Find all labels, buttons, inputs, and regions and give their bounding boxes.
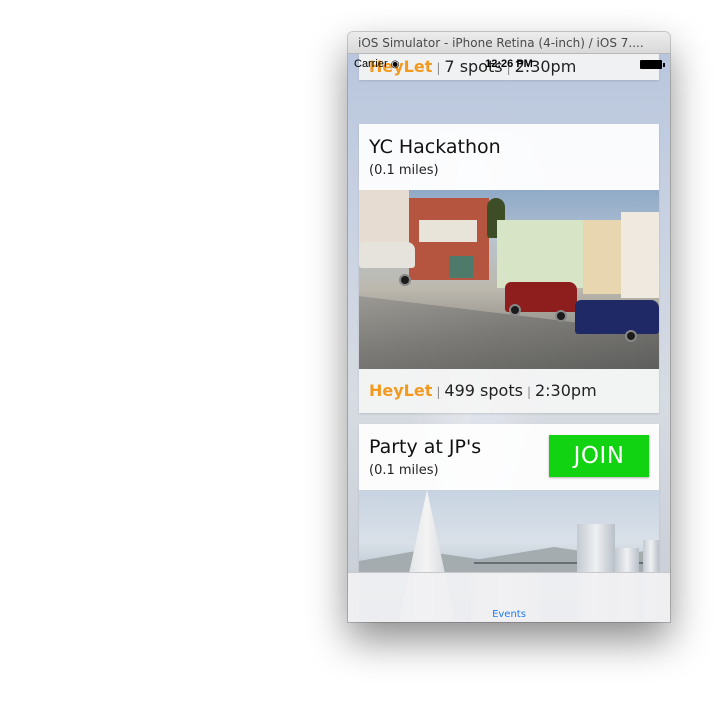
event-title: YC Hackathon [369, 136, 501, 158]
house [621, 212, 659, 298]
event-title: Party at JP's [369, 436, 482, 458]
spots-label: 499 spots [444, 381, 523, 400]
window-title: iOS Simulator - iPhone Retina (4-inch) /… [348, 32, 670, 54]
event-header: YC Hackathon (0.1 miles) [359, 124, 659, 190]
wheel [399, 274, 411, 286]
simulator-window: iOS Simulator - iPhone Retina (4-inch) /… [348, 32, 670, 622]
car [575, 300, 659, 334]
time-label: 2:30pm [534, 381, 597, 400]
house [583, 220, 623, 294]
event-distance: (0.1 miles) [369, 463, 439, 478]
wheel [625, 330, 637, 342]
wheel [555, 310, 567, 322]
brand-label: HeyLet [369, 381, 433, 400]
house-window [419, 220, 477, 242]
phone-screen[interactable]: Carrier ◉ 12:26 PM HeyLet | 7 spots | 2:30pm… [348, 54, 670, 622]
wheel [509, 304, 521, 316]
garage-door [449, 256, 473, 278]
separator: | [436, 385, 441, 399]
event-card[interactable]: YC Hackathon (0.1 miles) HeyLet | 499 sp… [359, 124, 659, 413]
status-bar: Carrier ◉ 12:26 PM [348, 54, 670, 74]
join-button[interactable]: JOIN [549, 435, 649, 477]
status-time: 12:26 PM [485, 58, 533, 70]
event-photo [359, 190, 659, 369]
tab-bar: Events [348, 572, 670, 622]
event-footer: HeyLet | 499 spots | 2:30pm [359, 369, 659, 413]
event-header: Party at JP's (0.1 miles) JOIN [359, 424, 659, 490]
separator: | [526, 385, 531, 399]
event-distance: (0.1 miles) [369, 163, 439, 178]
car [359, 242, 415, 268]
house [497, 220, 583, 288]
tab-events[interactable]: Events [348, 609, 670, 620]
battery-icon [640, 60, 665, 69]
